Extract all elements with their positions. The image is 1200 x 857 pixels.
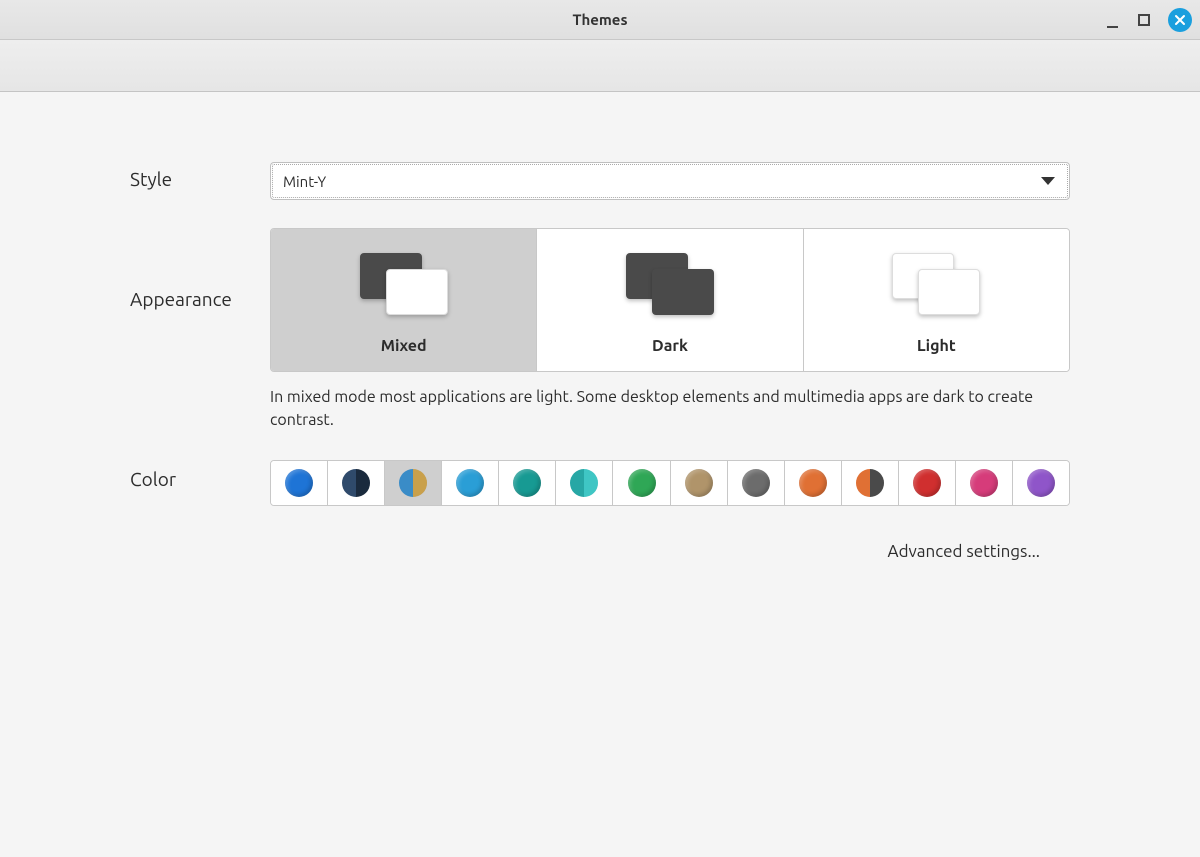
color-swatch-blue-dark[interactable]	[328, 461, 385, 505]
appearance-row: Appearance Mixed Dark	[130, 228, 1070, 432]
appearance-label: Appearance	[130, 228, 270, 310]
close-icon	[1174, 14, 1186, 26]
close-button[interactable]	[1168, 8, 1192, 32]
appearance-preview-dark	[620, 249, 720, 319]
appearance-option-light-label: Light	[917, 337, 956, 355]
appearance-body: Mixed Dark Light In mixed mode most appl…	[270, 228, 1070, 432]
appearance-description: In mixed mode most applications are ligh…	[270, 386, 1070, 432]
color-swatch-grey[interactable]	[728, 461, 785, 505]
swatch-icon	[456, 469, 484, 497]
advanced-settings-link[interactable]: Advanced settings...	[888, 542, 1040, 561]
style-select-value: Mint-Y	[283, 173, 326, 190]
swatch-icon	[513, 469, 541, 497]
swatch-icon	[913, 469, 941, 497]
window-title: Themes	[572, 11, 627, 28]
appearance-option-dark[interactable]: Dark	[537, 229, 803, 371]
appearance-option-mixed[interactable]: Mixed	[271, 229, 537, 371]
color-swatch-pink[interactable]	[956, 461, 1013, 505]
swatch-icon	[685, 469, 713, 497]
swatch-icon	[342, 469, 370, 497]
titlebar: Themes	[0, 0, 1200, 40]
appearance-option-dark-label: Dark	[652, 337, 688, 355]
style-body: Mint-Y	[270, 162, 1070, 200]
swatch-icon	[1027, 469, 1055, 497]
swatch-icon	[970, 469, 998, 497]
swatch-icon	[856, 469, 884, 497]
toolbar	[0, 40, 1200, 92]
swatch-icon	[570, 469, 598, 497]
appearance-options: Mixed Dark Light	[270, 228, 1070, 372]
color-label: Color	[130, 460, 270, 490]
style-label: Style	[130, 162, 270, 190]
color-swatch-aqua-split[interactable]	[556, 461, 613, 505]
color-swatch-sky[interactable]	[442, 461, 499, 505]
color-swatch-blue[interactable]	[271, 461, 328, 505]
color-row: Color	[130, 460, 1070, 506]
color-swatch-green[interactable]	[613, 461, 670, 505]
swatch-icon	[799, 469, 827, 497]
color-swatch-sand[interactable]	[671, 461, 728, 505]
color-swatch-red[interactable]	[899, 461, 956, 505]
minimize-button[interactable]	[1104, 12, 1120, 28]
swatch-icon	[285, 469, 313, 497]
chevron-down-icon	[1041, 177, 1055, 185]
swatch-icon	[399, 469, 427, 497]
content: Style Mint-Y Appearance Mixed	[0, 92, 1200, 561]
appearance-preview-light	[886, 249, 986, 319]
swatch-icon	[628, 469, 656, 497]
appearance-option-mixed-label: Mixed	[381, 337, 427, 355]
advanced-row: Advanced settings...	[130, 542, 1070, 561]
window-controls	[1104, 8, 1192, 32]
color-swatch-blue-sand[interactable]	[385, 461, 442, 505]
appearance-option-light[interactable]: Light	[804, 229, 1069, 371]
appearance-preview-mixed	[354, 249, 454, 319]
color-swatch-purple[interactable]	[1013, 461, 1069, 505]
swatch-icon	[742, 469, 770, 497]
style-row: Style Mint-Y	[130, 162, 1070, 200]
color-body	[270, 460, 1070, 506]
maximize-button[interactable]	[1138, 14, 1150, 26]
color-palette	[270, 460, 1070, 506]
style-select[interactable]: Mint-Y	[270, 162, 1070, 200]
color-swatch-orange-dark[interactable]	[842, 461, 899, 505]
color-swatch-teal[interactable]	[499, 461, 556, 505]
color-swatch-orange[interactable]	[785, 461, 842, 505]
